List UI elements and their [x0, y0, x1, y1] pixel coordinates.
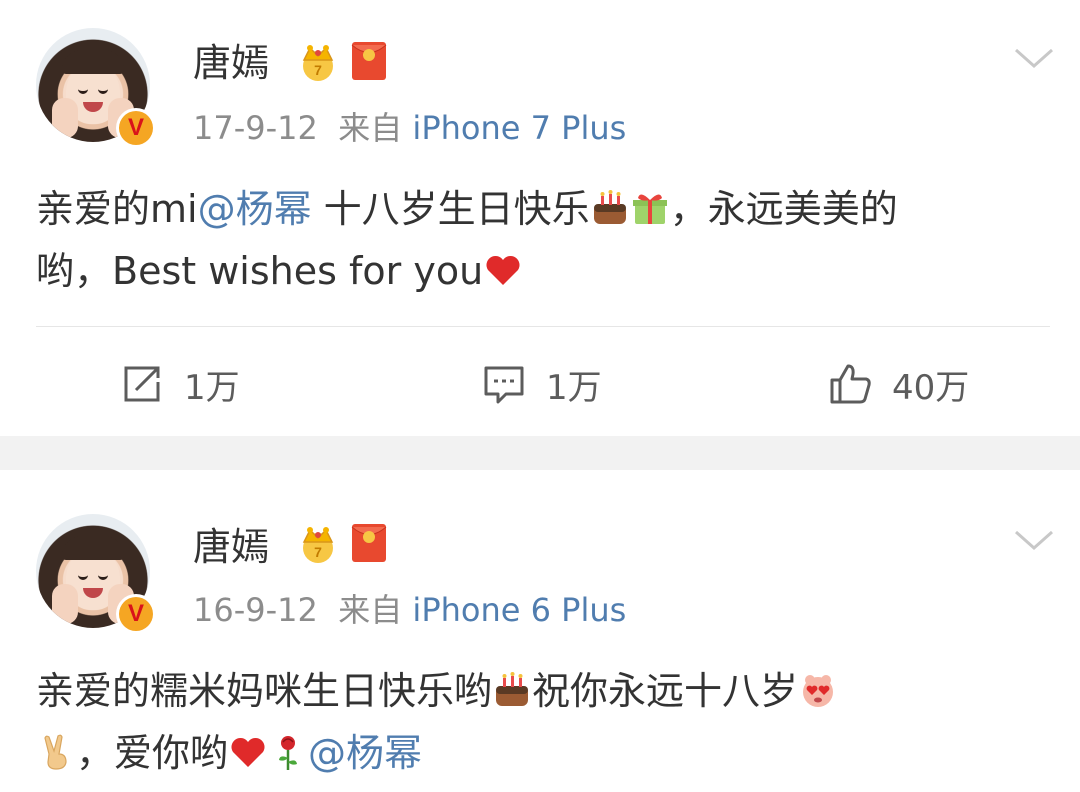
weibo-post: V 唐嫣 7 16-9-12 来自 iPhone 6 Plus 亲爱的糯米妈咪生… [0, 470, 1080, 792]
cake-emoji-icon [593, 190, 626, 224]
mention-link[interactable]: @杨幂 [308, 731, 422, 775]
post-text: 亲爱的mi@杨幂 十八岁生日快乐 ，永远美美的 哟，Best wishes for… [36, 187, 898, 293]
post-source[interactable]: iPhone 7 Plus [412, 109, 626, 147]
mention-link[interactable]: @杨幂 [198, 187, 312, 231]
post-source[interactable]: iPhone 6 Plus [412, 591, 626, 629]
weibo-post: V 唐嫣 7 17-9-12 来自 iPhone 7 Plus 亲爱的mi@杨幂… [0, 0, 1080, 436]
red-packet-icon [351, 524, 387, 562]
victory-hand-emoji-icon [44, 734, 67, 770]
repost-icon [124, 366, 160, 402]
post-date: 17-9-12 [193, 109, 318, 147]
post-text: 亲爱的糯米妈咪生日快乐哟 祝你永远十八岁 ，爱你哟 @杨幂 [36, 660, 1056, 784]
heart-emoji-icon [231, 737, 265, 767]
source-from-label: 来自 [338, 109, 403, 147]
author-name[interactable]: 唐嫣 [193, 38, 269, 88]
verified-badge-icon: V [116, 108, 156, 148]
comment-count: 1万 [546, 367, 602, 408]
crown-icon: 7 [302, 45, 334, 81]
source-from-label: 来自 [338, 591, 403, 629]
red-packet-icon [351, 42, 387, 80]
comment-button[interactable]: 1万 [482, 358, 602, 410]
svg-text:7: 7 [314, 62, 322, 78]
author-name[interactable]: 唐嫣 [193, 522, 269, 572]
repost-button[interactable]: 1万 [120, 358, 240, 410]
like-count: 40万 [892, 367, 970, 408]
chevron-down-icon[interactable] [1012, 44, 1056, 72]
post-date: 16-9-12 [193, 591, 318, 629]
gift-emoji-icon [632, 194, 667, 224]
post-meta: 16-9-12 来自 iPhone 6 Plus [193, 588, 626, 632]
divider [36, 326, 1050, 327]
like-icon [830, 364, 871, 404]
svg-text:7: 7 [314, 544, 322, 560]
feed-separator [0, 436, 1080, 470]
comment-icon [484, 366, 524, 404]
cake-emoji-icon [496, 672, 529, 706]
crown-icon: 7 [302, 527, 334, 563]
like-button[interactable]: 40万 [828, 358, 969, 410]
heart-eyes-emoji-icon [803, 675, 834, 707]
rose-emoji-icon [279, 736, 298, 770]
post-meta: 17-9-12 来自 iPhone 7 Plus [193, 106, 626, 150]
heart-emoji-icon [486, 255, 520, 285]
verified-badge-icon: V [116, 594, 156, 634]
repost-count: 1万 [184, 367, 240, 408]
chevron-down-icon[interactable] [1012, 526, 1056, 554]
